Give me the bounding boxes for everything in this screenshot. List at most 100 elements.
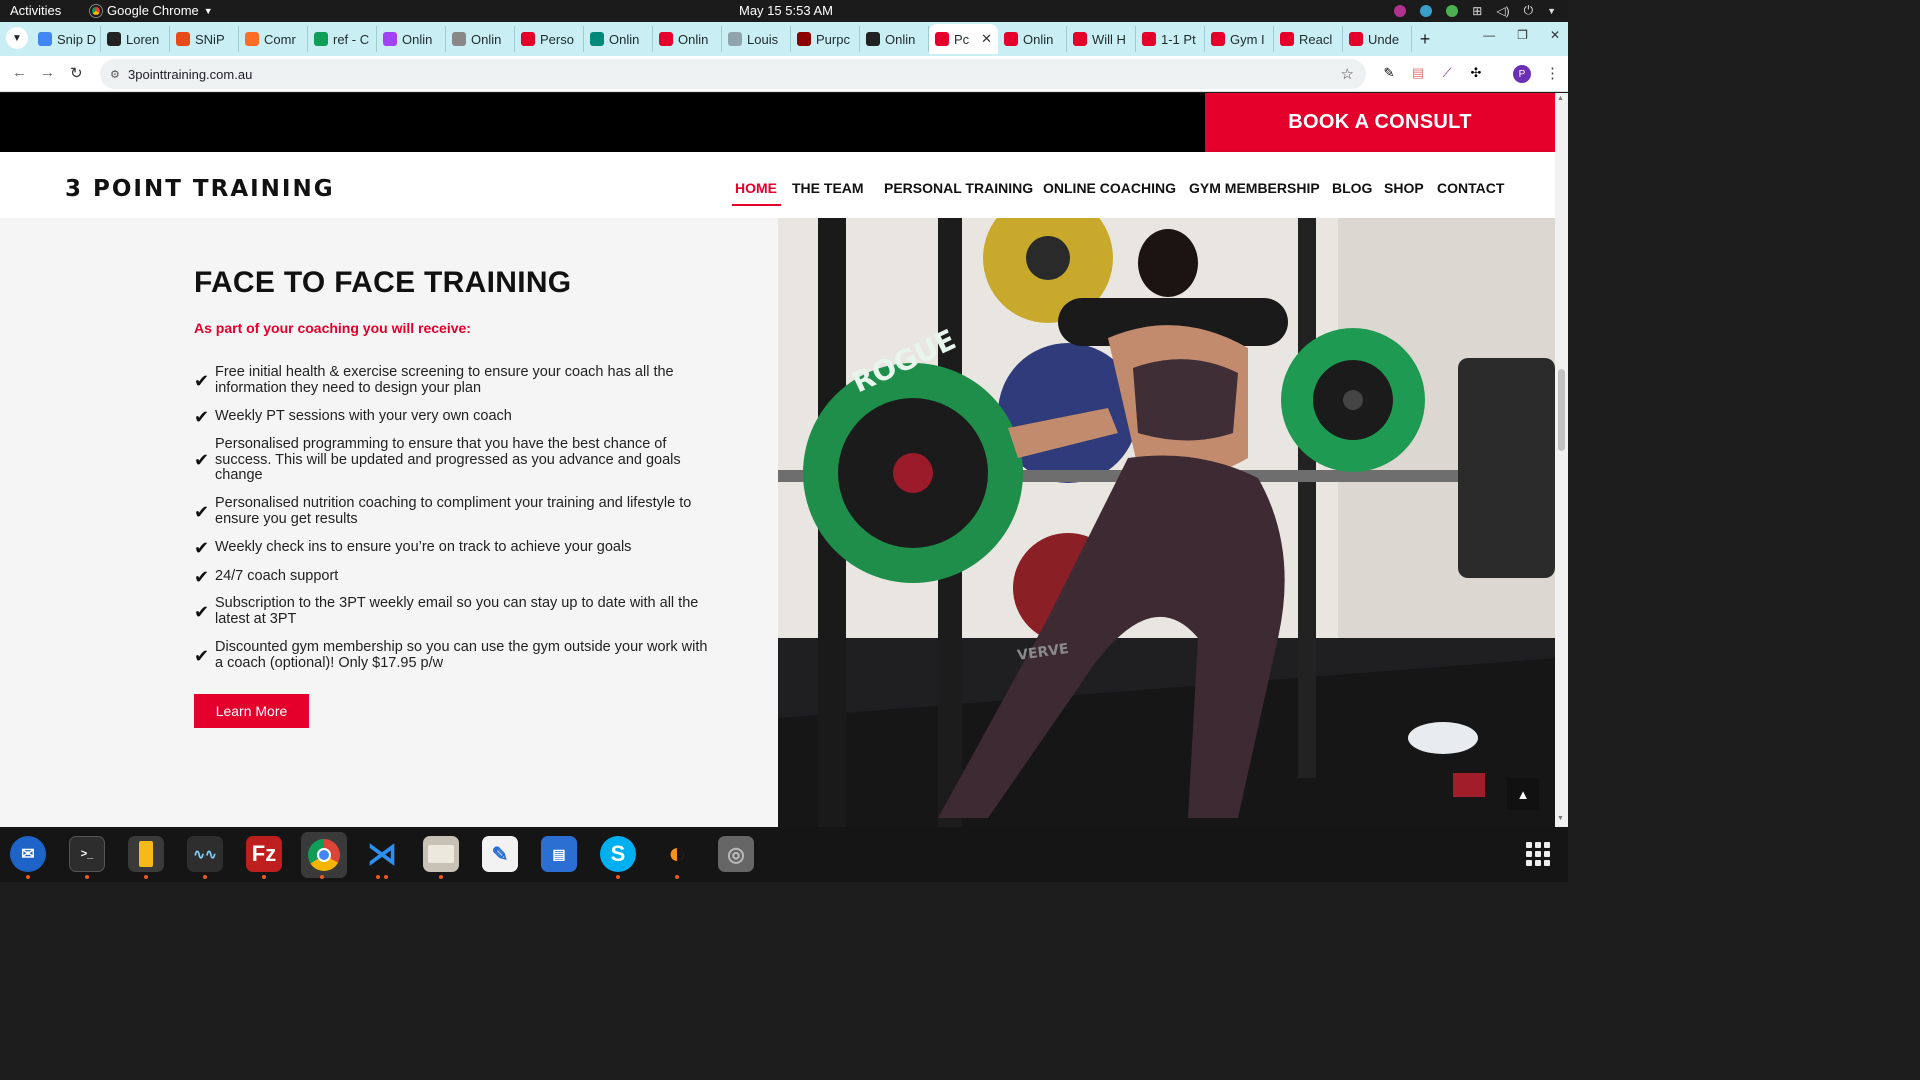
- tab[interactable]: Will H: [1067, 26, 1136, 52]
- tab[interactable]: Reacl: [1274, 26, 1343, 52]
- extensions-puzzle-icon[interactable]: ✣: [1468, 65, 1484, 81]
- url-text[interactable]: 3pointtraining.com.au: [128, 67, 252, 82]
- scroll-to-top-button[interactable]: ▲: [1507, 778, 1539, 810]
- disk-icon[interactable]: ◎: [718, 836, 754, 872]
- address-bar[interactable]: ⚙ 3pointtraining.com.au ☆: [100, 59, 1366, 89]
- eyedropper-extension-icon[interactable]: ✎: [1381, 65, 1397, 81]
- kebab-menu-icon[interactable]: ⋮: [1545, 64, 1560, 82]
- tab[interactable]: ref - C: [308, 26, 377, 52]
- training-info-section: FACE TO FACE TRAINING As part of your co…: [0, 218, 778, 827]
- filezilla-icon[interactable]: Fz: [246, 836, 282, 872]
- tab[interactable]: Purpc: [791, 26, 860, 52]
- minimize-icon[interactable]: —: [1483, 28, 1495, 42]
- files-icon[interactable]: [423, 836, 459, 872]
- vscode-icon[interactable]: ⋊: [364, 836, 400, 872]
- section-title: FACE TO FACE TRAINING: [194, 266, 572, 299]
- forward-icon[interactable]: →: [40, 64, 55, 81]
- skype-icon[interactable]: S: [600, 836, 636, 872]
- learn-more-button[interactable]: Learn More: [194, 694, 309, 728]
- nav-home[interactable]: HOME: [735, 180, 777, 196]
- tray-sync-icon[interactable]: [1420, 4, 1433, 17]
- profile-avatar[interactable]: P: [1513, 65, 1531, 83]
- tab-favicon-icon: [590, 32, 604, 46]
- nav-the-team[interactable]: THE TEAM: [792, 180, 864, 196]
- calculator-icon[interactable]: [128, 836, 164, 872]
- site-info-icon[interactable]: ⚙: [110, 68, 124, 81]
- chrome-dock-icon[interactable]: [301, 832, 347, 878]
- tab[interactable]: Onlin: [860, 26, 929, 52]
- text-editor-icon[interactable]: ✎: [482, 836, 518, 872]
- close-icon[interactable]: ✕: [1550, 28, 1560, 42]
- checkmark-icon: ✔: [194, 567, 210, 587]
- terminal-icon[interactable]: >_: [69, 836, 105, 872]
- volume-icon[interactable]: ◁): [1496, 4, 1509, 18]
- nav-contact[interactable]: CONTACT: [1437, 180, 1504, 196]
- power-icon[interactable]: ⏻: [1524, 3, 1534, 18]
- tab[interactable]: Unde: [1343, 26, 1412, 52]
- tab-close-icon[interactable]: ✕: [981, 31, 992, 47]
- scroll-up-arrow-icon[interactable]: ▲: [1557, 95, 1564, 102]
- tab[interactable]: Onlin: [584, 26, 653, 52]
- dock: ✉ >_ ∿∿ Fz ⋊ ✎ ▤ S ◐ ◎: [0, 827, 1568, 882]
- tab-label: Onlin: [471, 31, 502, 47]
- thunderbird-icon[interactable]: ✉: [10, 836, 46, 872]
- tray-app-icon[interactable]: [1394, 4, 1407, 17]
- tab-favicon-icon: [935, 32, 949, 46]
- tab[interactable]: SNiP: [170, 26, 239, 52]
- bookmark-star-icon[interactable]: ☆: [1341, 65, 1354, 83]
- running-indicator: [203, 875, 207, 879]
- show-apps-grid-icon[interactable]: [1526, 842, 1550, 866]
- tab[interactable]: Onlin: [998, 26, 1067, 52]
- nav-shop[interactable]: SHOP: [1384, 180, 1424, 196]
- system-tray[interactable]: ⊞ ◁) ⏻ ▼: [1394, 3, 1556, 18]
- tab[interactable]: Perso: [515, 26, 584, 52]
- running-indicator: [320, 875, 324, 879]
- new-tab-button[interactable]: +: [1412, 26, 1438, 52]
- tab-favicon-icon: [521, 32, 535, 46]
- tab[interactable]: Louis: [722, 26, 791, 52]
- tab[interactable]: Gym I: [1205, 26, 1274, 52]
- scrollbar-thumb[interactable]: [1558, 369, 1565, 451]
- app-menu[interactable]: Google Chrome ▼: [90, 3, 213, 18]
- back-icon[interactable]: ←: [12, 64, 27, 81]
- page-scrollbar[interactable]: ▲ ▼: [1555, 93, 1568, 827]
- firefox-like-icon[interactable]: ◐: [659, 836, 695, 872]
- tab[interactable]: Onlin: [377, 26, 446, 52]
- calendar-extension-icon[interactable]: ▤: [1410, 65, 1426, 81]
- running-indicator: [439, 875, 443, 879]
- tab[interactable]: Loren: [101, 26, 170, 52]
- pen-extension-icon[interactable]: ⟋: [1439, 65, 1455, 81]
- book-consult-button[interactable]: BOOK A CONSULT: [1205, 93, 1555, 152]
- chevron-down-icon[interactable]: ▼: [1547, 6, 1556, 16]
- running-indicator: [376, 875, 380, 879]
- restore-icon[interactable]: ❐: [1517, 28, 1528, 42]
- scroll-down-arrow-icon[interactable]: ▼: [1557, 815, 1564, 822]
- tab-search-button[interactable]: ▼: [6, 27, 28, 49]
- nav-blog[interactable]: BLOG: [1332, 180, 1372, 196]
- tab[interactable]: Comr: [239, 26, 308, 52]
- browser-toolbar: ← → ↻ ⚙ 3pointtraining.com.au ☆ ✎ ▤ ⟋ ✣ …: [0, 56, 1568, 92]
- nav-online-coaching[interactable]: ONLINE COACHING: [1043, 180, 1176, 196]
- document-viewer-icon[interactable]: ▤: [541, 836, 577, 872]
- running-indicator: [675, 875, 679, 879]
- gym-photo-illustration: ROGUE VERVE: [778, 218, 1555, 827]
- activities-button[interactable]: Activities: [10, 3, 61, 18]
- system-monitor-icon[interactable]: ∿∿: [187, 836, 223, 872]
- tab-active[interactable]: Pc ✕: [929, 24, 998, 54]
- tray-update-icon[interactable]: [1446, 4, 1459, 17]
- tab[interactable]: 1-1 Pt: [1136, 26, 1205, 52]
- running-indicator: [85, 875, 89, 879]
- tab-favicon-icon: [107, 32, 121, 46]
- tab[interactable]: Onlin: [446, 26, 515, 52]
- tab-label: Unde: [1368, 31, 1400, 47]
- nav-gym-membership[interactable]: GYM MEMBERSHIP: [1189, 180, 1320, 196]
- network-icon[interactable]: ⊞: [1472, 4, 1482, 18]
- clock[interactable]: May 15 5:53 AM: [739, 3, 833, 18]
- tab-label: SNiP: [195, 31, 225, 47]
- nav-personal-training[interactable]: PERSONAL TRAINING: [884, 180, 1033, 196]
- checkmark-icon: ✔: [194, 501, 210, 522]
- tab[interactable]: Onlin: [653, 26, 722, 52]
- site-logo[interactable]: 3 POINT TRAINING: [65, 176, 335, 202]
- reload-icon[interactable]: ↻: [70, 64, 83, 82]
- tab[interactable]: Snip D: [32, 26, 101, 52]
